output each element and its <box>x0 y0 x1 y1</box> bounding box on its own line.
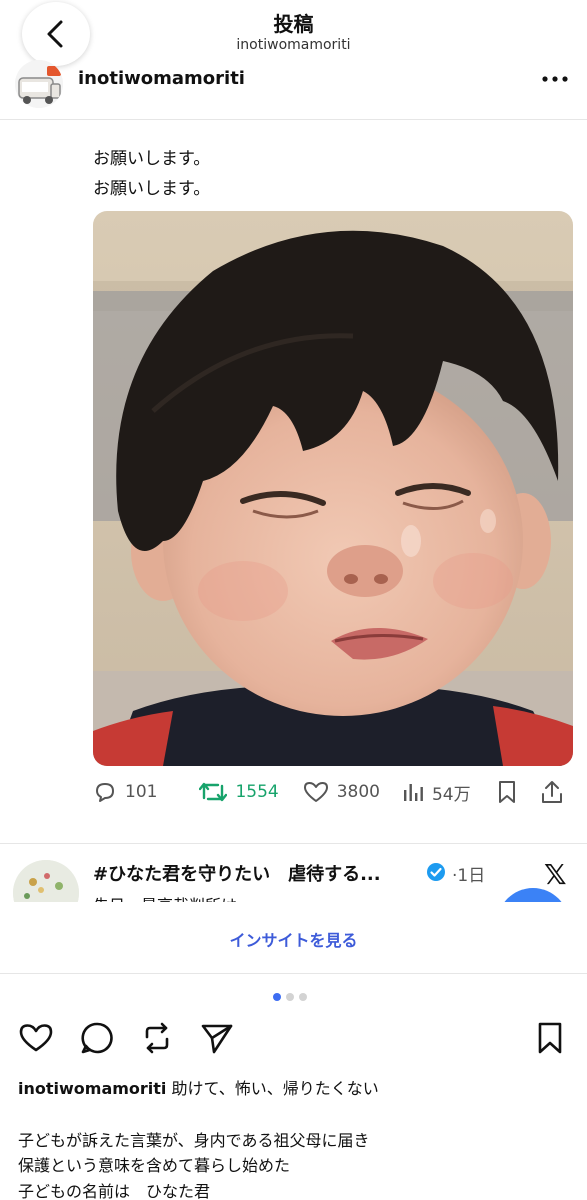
save-button[interactable] <box>532 1020 568 1056</box>
caption-first-line: inotiwomamoriti 助けて、怖い、帰りたくない <box>18 1075 379 1099</box>
tweet-text-line-2: お願いします。 <box>93 179 211 199</box>
bookmark-tweet-button[interactable] <box>497 780 517 804</box>
share-tweet-button[interactable] <box>541 780 563 804</box>
heart-outline-icon <box>303 782 328 802</box>
reply-icon <box>96 783 114 802</box>
quote-time: ·1日 <box>452 866 486 886</box>
caption-text: 助けて、怖い、帰りたくない <box>171 1079 379 1098</box>
quote-avatar <box>13 860 79 902</box>
divider <box>0 119 587 120</box>
avatar-image <box>15 60 63 108</box>
comment-button[interactable] <box>79 1020 115 1056</box>
page-title: 投稿 <box>273 12 314 36</box>
share-button[interactable] <box>199 1020 235 1056</box>
author-avatar[interactable] <box>15 60 63 108</box>
caption-line: 保護という意味を含めて暮らし始めた <box>18 1156 291 1175</box>
carousel-indicator <box>273 993 307 1001</box>
repost-icon <box>145 1022 169 1054</box>
like-button[interactable] <box>18 1020 54 1056</box>
quote-text: 先日、最高裁判所は <box>93 892 237 902</box>
divider <box>0 973 587 974</box>
bookmark-outline-icon <box>498 781 515 803</box>
more-options-button[interactable] <box>540 64 570 94</box>
carousel-dot <box>299 993 307 1001</box>
carousel-dot <box>286 993 294 1001</box>
author-username[interactable]: inotiwomamoriti <box>78 68 245 89</box>
view-insights-link[interactable]: インサイトを見る <box>0 927 587 951</box>
tweet-stats: 101 1554 3800 54万 <box>93 777 563 807</box>
crying-child-photo <box>93 211 573 766</box>
carousel-dot <box>273 993 281 1001</box>
bookmark-icon <box>538 1022 562 1054</box>
retweet-stat[interactable]: 1554 <box>199 781 279 803</box>
repost-button[interactable] <box>139 1020 175 1056</box>
x-logo-icon: 𝕏 <box>544 858 567 891</box>
tweet-photo[interactable] <box>93 211 573 766</box>
caption-line: 子どもが訴えた言葉が、身内である祖父母に届き <box>18 1131 370 1150</box>
views-count: 54万 <box>431 784 471 805</box>
send-icon <box>201 1024 233 1054</box>
reply-count: 101 <box>125 782 158 802</box>
views-stat[interactable]: 54万 <box>402 780 471 805</box>
tweet-text-line-1: お願いします。 <box>93 149 211 169</box>
verified-badge-icon <box>427 863 445 881</box>
upload-share-icon <box>541 781 562 803</box>
like-count: 3800 <box>336 782 380 802</box>
comment-icon <box>81 1022 113 1054</box>
quote-title: #ひなた君を守りたい 虐待する... <box>93 864 381 885</box>
retweet-count: 1554 <box>235 782 279 802</box>
second-tweet-preview[interactable]: #ひなた君を守りたい 虐待する... ·1日 𝕏 先日、最高裁判所は <box>0 844 587 902</box>
caption-username[interactable]: inotiwomamoriti <box>18 1079 166 1098</box>
retweet-icon <box>199 782 228 802</box>
more-horizontal-icon <box>542 76 568 82</box>
analytics-icon <box>403 784 423 801</box>
heart-icon <box>19 1024 53 1052</box>
caption-line: 子どもの名前は ひなた君 <box>18 1182 211 1200</box>
page-subtitle: inotiwomamoriti <box>236 37 351 53</box>
reply-stat[interactable]: 101 <box>93 780 157 804</box>
like-stat[interactable]: 3800 <box>303 780 380 804</box>
